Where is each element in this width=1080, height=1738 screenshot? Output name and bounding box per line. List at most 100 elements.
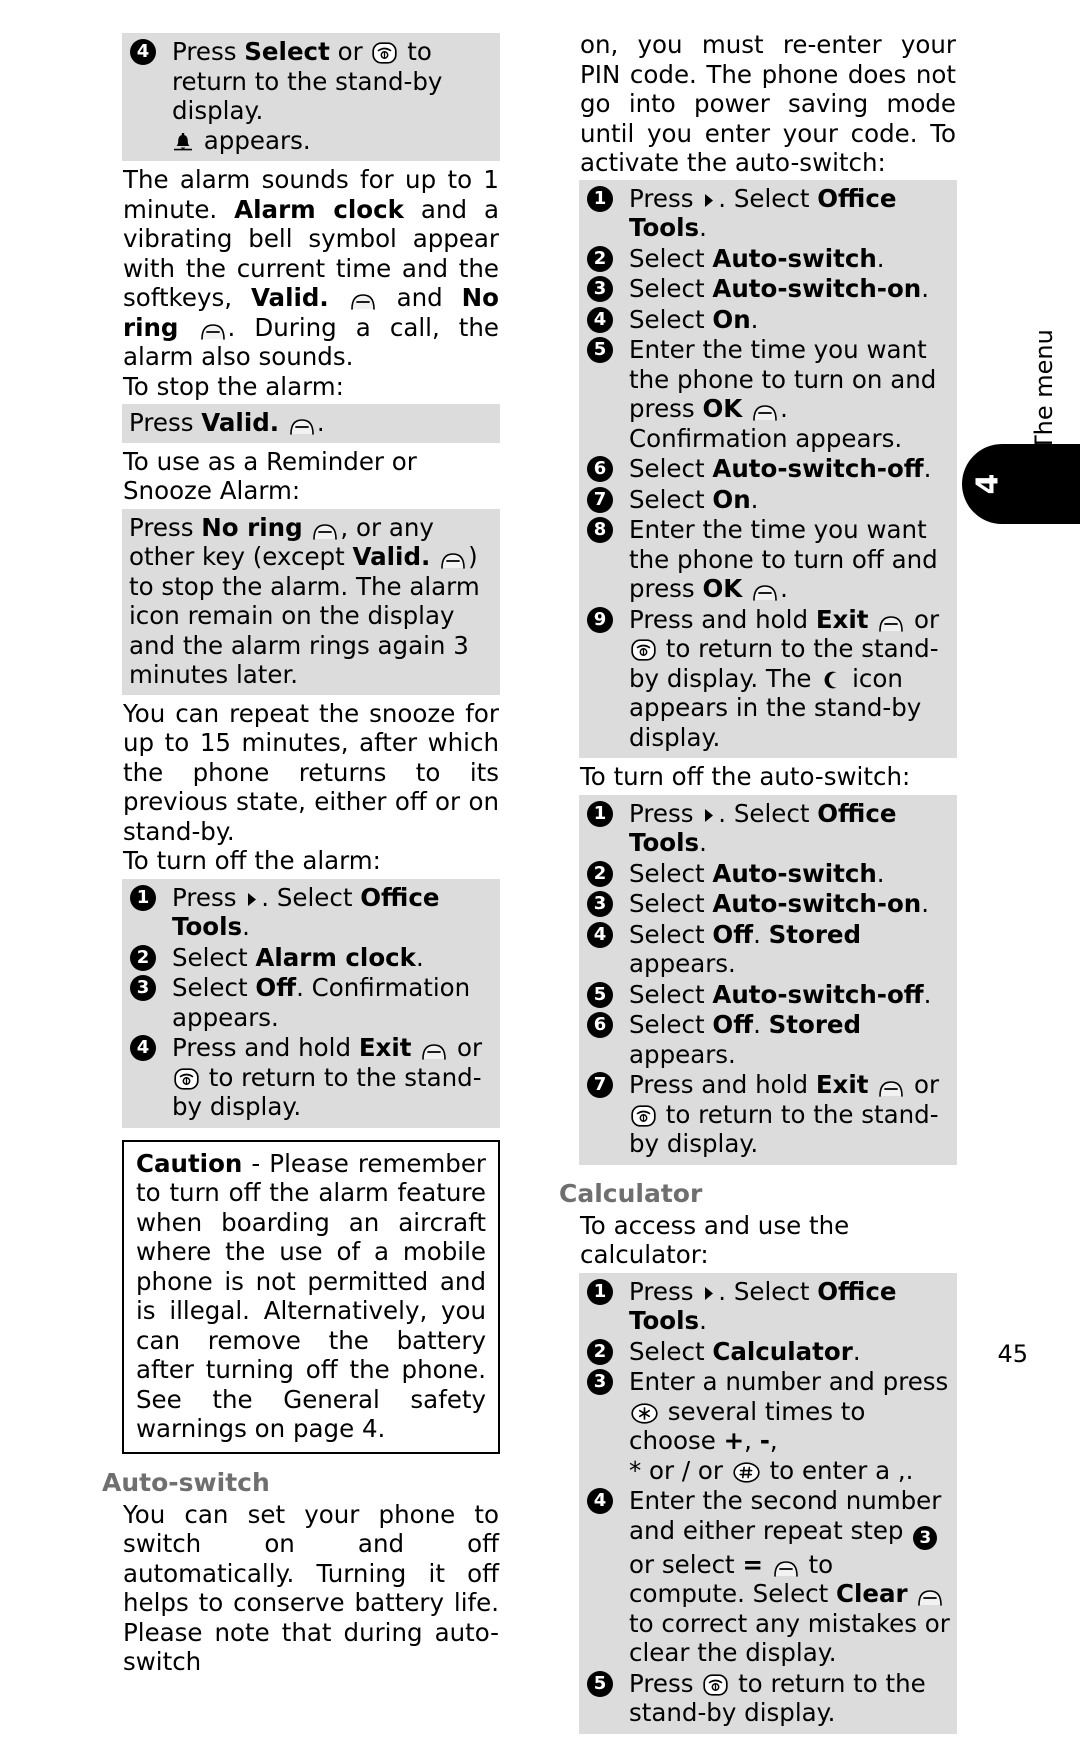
emphasised-term: OK	[702, 574, 743, 603]
step-text: Enter the second number and either repea…	[629, 1486, 950, 1667]
emphasised-term: Caution	[136, 1148, 243, 1178]
step-text: Select Off. Stored appears.	[629, 919, 862, 979]
numbered-step: 6 Select Off. Stored appears.	[585, 1010, 951, 1069]
star-key-icon	[631, 1402, 658, 1424]
numbered-step: 4 Select Off. Stored appears.	[585, 920, 951, 979]
emphasised-term: Exit	[358, 1033, 412, 1062]
nav-right-arrow-icon	[702, 807, 716, 824]
emphasised-term: Office Tools	[172, 882, 440, 942]
step-text: Press . Select Office Tools.	[629, 1276, 897, 1336]
softkey-arch-icon	[421, 1043, 447, 1060]
emphasised-term: Off	[712, 919, 754, 949]
step-text: Press . Select Office Tools.	[629, 798, 897, 858]
step-number-badge: 1	[587, 1278, 613, 1305]
numbered-step: 7 Press and hold Exit or to return to the…	[585, 1070, 951, 1159]
step-text: Press to return to the stand-by display.	[629, 1668, 926, 1728]
caution-text: Caution - Please remember to turn off th…	[136, 1148, 486, 1444]
chapter-tab-number: 4	[970, 473, 1006, 495]
stop-alarm-box: Press Valid. .	[122, 404, 500, 443]
nav-right-arrow-icon	[702, 192, 716, 209]
chapter-thumb-tab: 4	[962, 444, 1080, 524]
crescent-moon-icon	[822, 670, 841, 690]
numbered-step: 2 Select Auto-switch.	[585, 859, 951, 889]
softkey-arch-icon	[752, 404, 778, 421]
step-number-badge: 2	[587, 860, 613, 887]
section-heading-calculator: Calculator	[559, 1178, 703, 1208]
step-number-badge: 1	[587, 800, 613, 827]
manual-page: 4 Press Select or to return to the stand-…	[0, 0, 1080, 1734]
emphasised-term: Valid.	[352, 542, 431, 571]
emphasised-term: Auto-switch	[712, 858, 877, 888]
emphasised-term: +	[723, 1426, 745, 1455]
alarm-bell-icon	[173, 132, 193, 153]
turn-off-alarm-steps: 1 Press . Select Office Tools. 2 Select Ala…	[128, 883, 494, 1122]
emphasised-term: Off	[712, 1010, 754, 1039]
step-text: Select On.	[629, 304, 759, 334]
step-text: Select Alarm clock.	[172, 942, 424, 972]
step-number-badge: 1	[130, 884, 156, 911]
step-text: Select Auto-switch-off.	[629, 979, 932, 1009]
step-text: Press and hold Exit or to return to the …	[172, 1033, 483, 1121]
step-number-badge: 3	[587, 1369, 613, 1395]
step-text: Enter the time you want the phone to tur…	[629, 335, 937, 453]
numbered-step: 4 Enter the second number and either repe…	[585, 1486, 951, 1668]
activate-auto-switch-steps: 1 Press . Select Office Tools. 2 Select Aut…	[585, 184, 951, 753]
step-text: Select Auto-switch-on.	[629, 274, 930, 303]
emphasised-term: On	[712, 484, 751, 514]
softkey-arch-icon	[773, 1560, 799, 1577]
alarm-return-steps: 4 Press Select or to return to the stand-…	[128, 37, 494, 155]
step-text: Select Off. Stored appears.	[629, 1010, 862, 1069]
alarm-return-step-box: 4 Press Select or to return to the stand-…	[122, 33, 500, 161]
step-number-badge: 3	[587, 891, 613, 917]
emphasised-term: Exit	[815, 1070, 869, 1099]
section-heading-auto-switch: Auto-switch	[102, 1467, 270, 1497]
emphasised-term: Auto-switch-on	[712, 889, 922, 918]
step-text: Select On.	[629, 484, 759, 514]
right-column: on, you must re-enter your PIN code. The…	[559, 30, 957, 1738]
numbered-step: 4 Press Select or to return to the stand-…	[128, 37, 494, 155]
numbered-step: 2 Select Alarm clock.	[128, 943, 494, 973]
reminder-snooze-lead: To use as a Reminder or Snooze Alarm:	[123, 446, 417, 506]
emphasised-term: =	[742, 1549, 763, 1579]
auto-switch-continuation-paragraph: on, you must re-enter your PIN code. The…	[580, 30, 956, 177]
step-number-badge: 7	[587, 486, 613, 513]
step-number-badge: 2	[130, 944, 156, 971]
numbered-step: 1 Press . Select Office Tools.	[585, 184, 951, 243]
turn-off-auto-switch-steps: 1 Press . Select Office Tools. 2 Select Aut…	[585, 799, 951, 1159]
softkey-arch-icon	[200, 323, 226, 340]
step-text: Select Auto-switch.	[629, 858, 885, 888]
numbered-step: 1 Press . Select Office Tools.	[585, 1277, 951, 1336]
calculator-steps: 1 Press . Select Office Tools. 2 Select Cal…	[585, 1277, 951, 1728]
auto-switch-paragraph: You can set your phone to switch on and …	[123, 1499, 499, 1677]
calculator-lead: To access and use the calculator:	[580, 1210, 850, 1270]
to-stop-alarm-lead: To stop the alarm:	[123, 371, 344, 401]
step-number-badge: 9	[587, 606, 613, 633]
step-number-badge: 6	[587, 456, 613, 482]
emphasised-term: Alarm clock	[255, 942, 416, 972]
step-text: Select Auto-switch-on.	[629, 889, 930, 918]
emphasised-term: OK	[702, 394, 743, 423]
step-number-badge: 5	[587, 981, 613, 1008]
emphasised-term: Clear	[836, 1579, 908, 1608]
calculator-box: 1 Press . Select Office Tools. 2 Select Cal…	[579, 1272, 957, 1734]
reminder-snooze-text: Press No ring , or any other key (except…	[129, 512, 480, 690]
emphasised-term: Stored	[768, 1010, 862, 1039]
step-number-badge: 3	[130, 975, 156, 1001]
step-number-badge: 4	[587, 1488, 613, 1514]
end-call-key-icon	[703, 1673, 728, 1696]
numbered-step: 3 Select Off. Confirmation appears.	[128, 973, 494, 1032]
step-number-badge: 3	[587, 276, 613, 302]
step-number-badge: 4	[587, 306, 613, 333]
numbered-step: 8 Enter the time you want the phone to tu…	[585, 515, 951, 604]
numbered-step: 1 Press . Select Office Tools.	[585, 799, 951, 858]
step-number-badge: 5	[587, 1670, 613, 1697]
step-number-badge: 2	[587, 245, 613, 272]
emphasised-term: Exit	[815, 604, 869, 634]
numbered-step: 5 Press to return to the stand-by display…	[585, 1669, 951, 1728]
hash-key-icon	[733, 1461, 760, 1483]
emphasised-term: Office Tools	[629, 1276, 897, 1336]
numbered-step: 3 Select Auto-switch-on.	[585, 889, 951, 919]
softkey-arch-icon	[917, 1589, 943, 1606]
numbered-step: 3 Enter a number and press several times …	[585, 1367, 951, 1485]
numbered-step: 5 Enter the time you want the phone to tu…	[585, 335, 951, 453]
